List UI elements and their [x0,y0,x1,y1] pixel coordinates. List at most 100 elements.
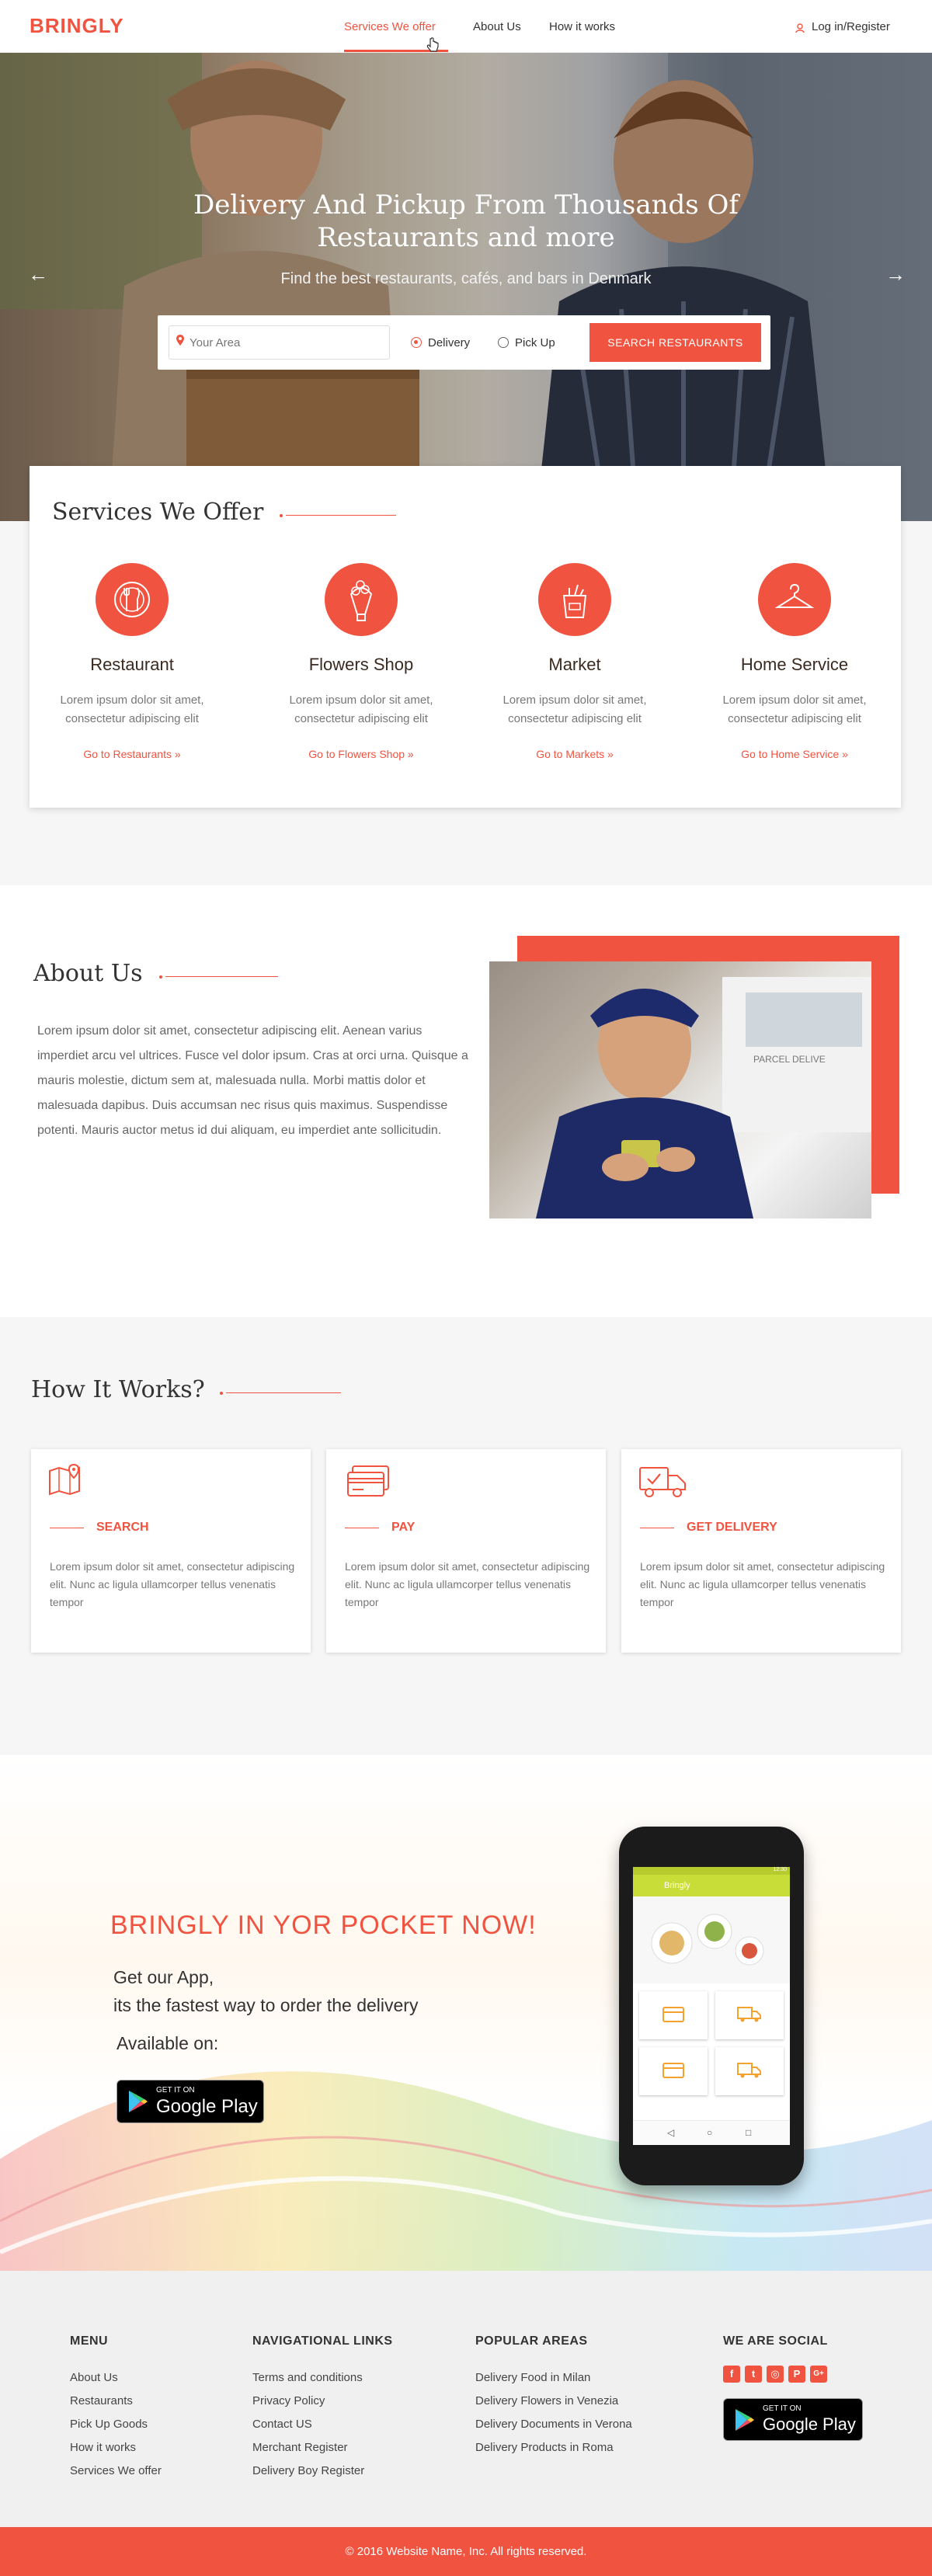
footer-link[interactable]: How it works [70,2441,136,2454]
delivery-man-illustration: PARCEL DELIVE [536,977,871,1218]
carousel-prev-arrow-icon[interactable]: ← [28,262,48,287]
store-big-label: Google Play [156,2096,258,2117]
pickup-radio[interactable] [498,337,509,348]
twitter-icon[interactable]: t [745,2366,762,2383]
footer-link[interactable]: Delivery Products in Roma [475,2441,614,2454]
phone-tile [715,2047,784,2095]
instagram-icon[interactable]: ◎ [767,2366,784,2383]
footer-link[interactable]: Delivery Flowers in Venezia [475,2394,618,2407]
phone-nav-bar: ◁ ○ □ [633,2120,790,2145]
service-title-flowers: Flowers Shop [308,655,414,674]
area-search-input[interactable] [169,325,390,360]
carousel-next-arrow-icon[interactable]: → [885,262,906,287]
location-pin-icon [176,335,184,346]
footer-link[interactable]: Privacy Policy [252,2394,325,2407]
credit-card-icon [662,2007,684,2022]
footer-link[interactable]: About Us [70,2371,118,2384]
step-label-delivery: GET DELIVERY [687,1521,777,1534]
login-register-link[interactable]: Log in/Register [812,20,890,33]
delivery-radio-label: Delivery [428,336,471,349]
title-decoration-dot [220,1392,223,1395]
nav-how-it-works[interactable]: How it works [549,20,615,33]
step-label-search: SEARCH [96,1521,149,1534]
title-decoration-dot [159,975,162,979]
go-to-flowers-shop-link[interactable]: Go to Flowers Shop » [260,748,462,760]
available-on-label: Available on: [116,2033,219,2053]
site-footer: MENU About Us Restaurants Pick Up Goods … [0,2271,932,2527]
market-icon[interactable] [538,563,611,636]
plate-cutlery-icon [114,582,150,617]
phone-screen: 12:30 Bringly ◁ ○ □ [633,1867,790,2145]
nav-services[interactable]: Services We offer [344,20,436,33]
step-desc-pay: Lorem ipsum dolor sit amet, consectetur … [345,1560,590,1608]
footer-link[interactable]: Delivery Food in Milan [475,2371,590,2384]
how-title: How It Works? [31,1376,205,1403]
phone-mockup: 12:30 Bringly ◁ ○ □ [619,1827,804,2185]
footer-link[interactable]: Terms and conditions [252,2371,363,2384]
app-promo-section: BRINGLY IN YOR POCKET NOW! Get our App, … [0,1755,932,2271]
google-play-icon [129,2091,148,2112]
title-decoration-line [226,1392,341,1393]
store-small-label: GET IT ON [763,2404,802,2413]
app-promo-line1: Get our App, [113,1967,214,1987]
google-play-button[interactable]: GET IT ON Google Play [116,2080,264,2123]
step-card-pay: PAY Lorem ipsum dolor sit amet, consecte… [326,1449,606,1653]
service-desc-market: Lorem ipsum dolor sit amet, consectetur … [503,694,647,725]
about-paragraph: Lorem ipsum dolor sit amet, consectetur … [37,1024,468,1137]
restaurant-icon[interactable] [96,563,169,636]
pinterest-icon[interactable]: P [788,2366,805,2383]
phone-tile [639,1991,708,2039]
bouquet-icon [350,580,373,621]
footer-link[interactable]: Restaurants [70,2394,133,2407]
phone-tile [639,2047,708,2095]
hero-subtitle: Find the best restaurants, cafés, and ba… [280,270,652,287]
food-plates-illustration [651,1914,764,1966]
delivery-truck-icon [737,2063,761,2078]
delivery-truck-icon [639,1467,686,1497]
footer-link[interactable]: Delivery Boy Register [252,2464,364,2477]
phone-status-bar: 12:30 [633,1867,790,1875]
step-desc-search: Lorem ipsum dolor sit amet, consectetur … [50,1560,295,1608]
footer-heading-navigational: NAVIGATIONAL LINKS [252,2334,393,2348]
services-title: Services We Offer [52,499,264,526]
copyright-bar: © 2016 Website Name, Inc. All rights res… [0,2527,932,2576]
site-header: BRINGLY Services We offer About Us How i… [0,0,932,53]
app-promo-line2: its the fastest way to order the deliver… [113,1995,419,2015]
footer-link[interactable]: Delivery Documents in Verona [475,2418,632,2431]
footer-google-play-button[interactable]: GET IT ON Google Play [723,2398,863,2441]
flowers-shop-icon[interactable] [325,563,398,636]
footer-link[interactable]: Contact US [252,2418,312,2431]
step-label-pay: PAY [391,1521,416,1534]
nav-about[interactable]: About Us [473,20,521,33]
about-section: About Us Lorem ipsum dolor sit amet, con… [0,885,932,1317]
go-to-markets-link[interactable]: Go to Markets » [474,748,676,760]
map-pin-icon [49,1463,80,1496]
home-service-icon[interactable] [758,563,831,636]
van-label: PARCEL DELIVE [753,1054,826,1065]
about-title: About Us [33,960,143,987]
google-plus-icon[interactable]: G+ [810,2366,827,2383]
how-it-works-section: How It Works? SEARCH Lorem ipsum dolor s… [0,1317,932,1755]
footer-heading-menu: MENU [70,2334,109,2348]
go-to-home-service-link[interactable]: Go to Home Service » [694,748,895,760]
search-restaurants-button[interactable]: SEARCH RESTAURANTS [589,323,761,362]
site-logo[interactable]: BRINGLY [30,14,124,38]
store-big-label: Google Play [763,2414,856,2434]
google-play-icon [736,2409,754,2431]
footer-link[interactable]: Pick Up Goods [70,2418,148,2431]
footer-link[interactable]: Merchant Register [252,2441,348,2454]
back-nav-icon: ◁ [667,2127,675,2138]
title-decoration-line [286,515,396,516]
footer-link[interactable]: Services We offer [70,2464,162,2477]
hero-title: Delivery And Pickup From Thousands Of Re… [193,189,739,253]
facebook-icon[interactable]: f [723,2366,740,2383]
title-decoration-line [165,976,278,977]
delivery-radio[interactable] [411,337,422,348]
hand-cursor-icon [426,37,439,52]
service-desc-flowers: Lorem ipsum dolor sit amet, consectetur … [289,694,433,725]
go-to-restaurants-link[interactable]: Go to Restaurants » [31,748,233,760]
phone-tile [715,1991,784,2039]
search-box: Delivery Pick Up SEARCH RESTAURANTS [158,315,770,370]
footer-heading-social: WE ARE SOCIAL [723,2334,828,2348]
credit-card-icon [347,1465,389,1497]
